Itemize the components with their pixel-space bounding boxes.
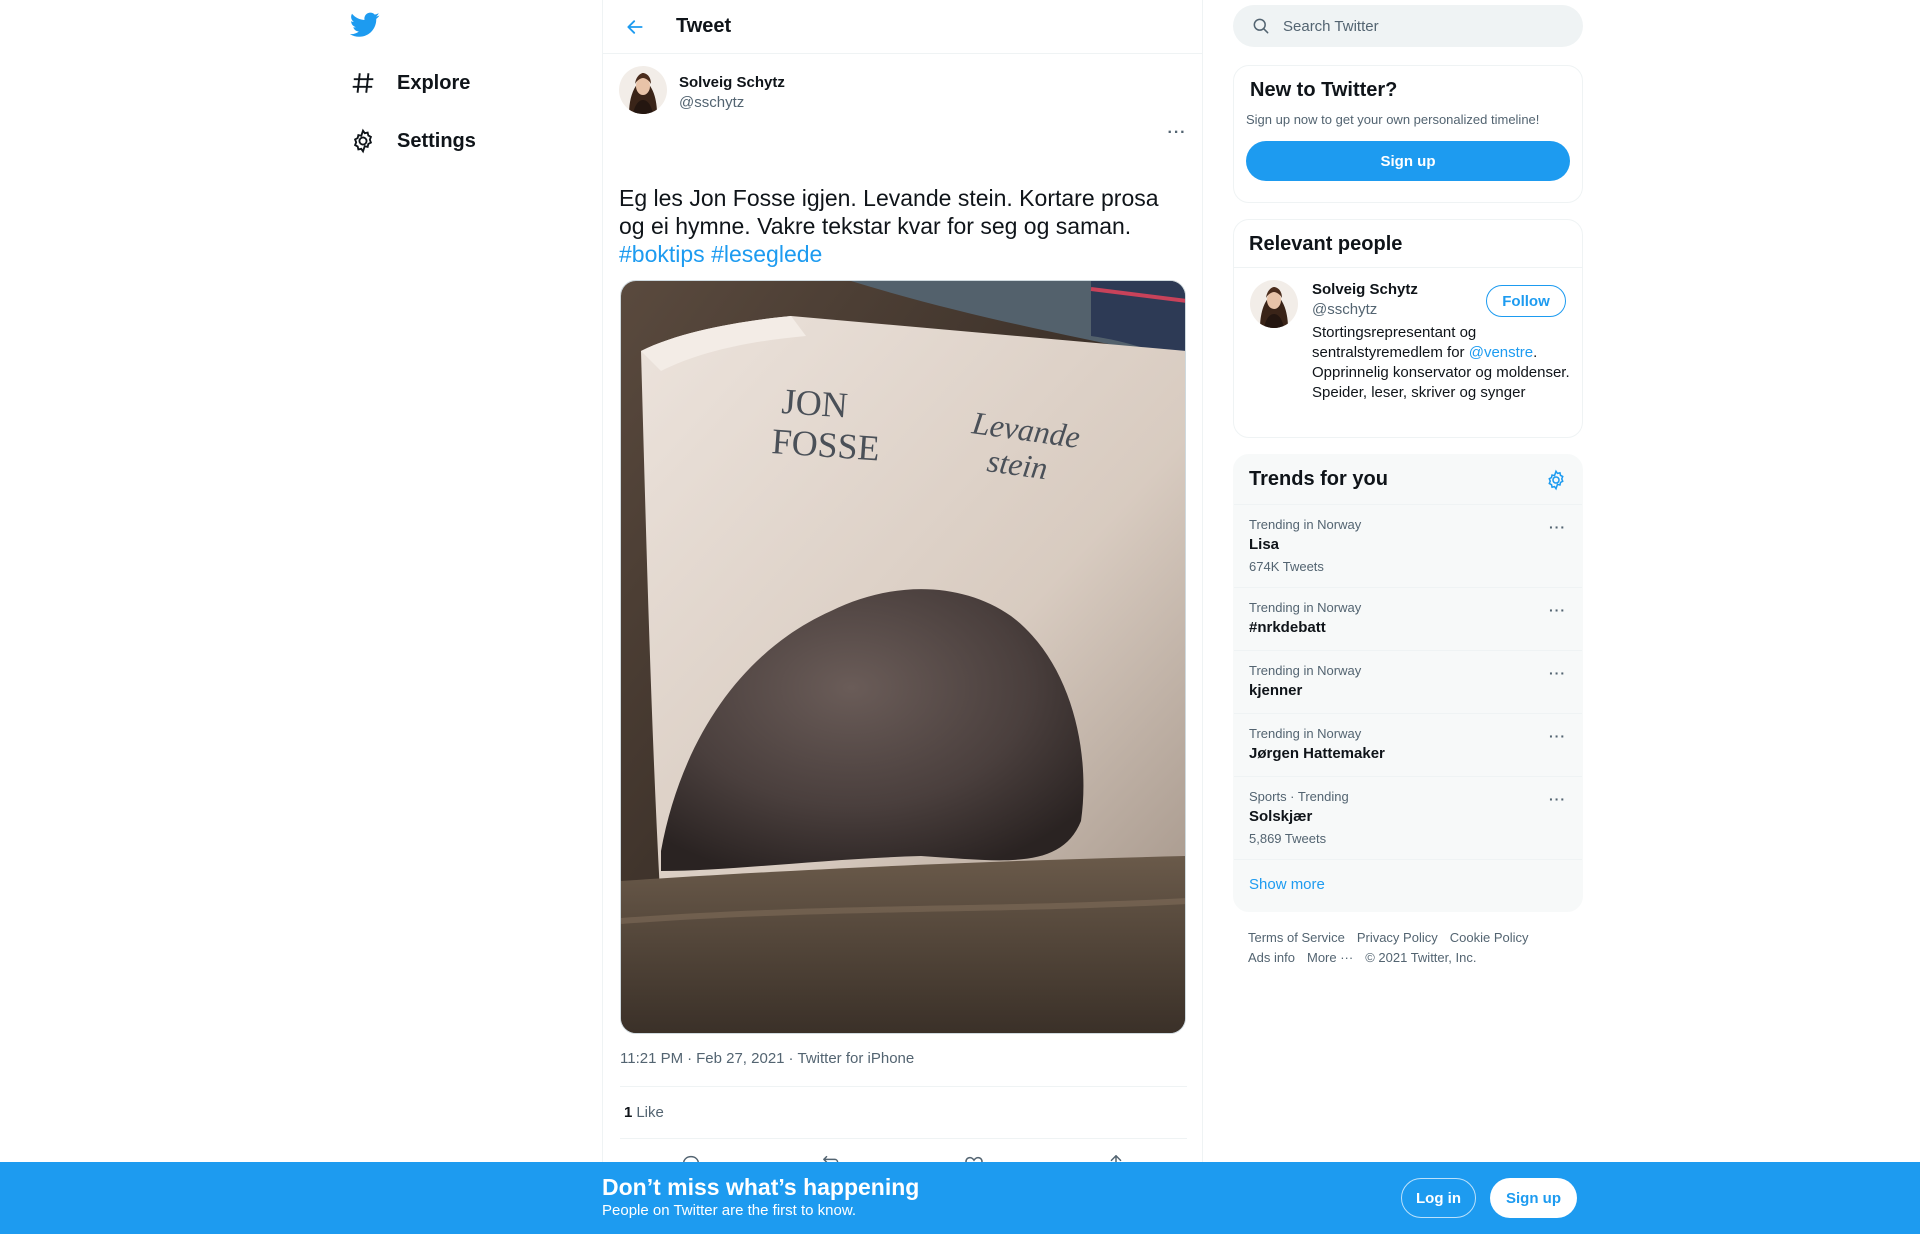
trend-name: Jørgen Hattemaker — [1249, 745, 1385, 762]
back-button[interactable] — [617, 9, 653, 45]
more-icon[interactable]: ··· — [1549, 602, 1566, 618]
bottom-signup-bar: Don’t miss what’s happening People on Tw… — [0, 1162, 1920, 1234]
hashtag-link[interactable]: #boktips — [619, 241, 705, 267]
tweet-source-link[interactable]: Twitter for iPhone — [798, 1050, 915, 1067]
trend-count: 5,869 Tweets — [1249, 831, 1327, 846]
gear-icon — [350, 128, 376, 154]
search-input[interactable] — [1283, 17, 1563, 35]
svg-text:FOSSE: FOSSE — [770, 421, 881, 468]
like-label: Like — [636, 1104, 664, 1121]
trend-name: kjenner — [1249, 682, 1303, 699]
trend-context: Trending in Norway — [1249, 726, 1362, 741]
sign-up-button[interactable]: Sign up — [1246, 141, 1570, 181]
gear-icon[interactable] — [1545, 469, 1567, 491]
trend-name: Solskjær — [1249, 808, 1313, 825]
trend-item[interactable]: Trending in Norway Jørgen Hattemaker ··· — [1234, 714, 1582, 777]
relevant-people-title: Relevant people — [1234, 220, 1582, 268]
trends-card: Trends for you Trending in Norway Lisa 6… — [1233, 454, 1583, 912]
avatar[interactable] — [619, 66, 667, 114]
tweet-meta: 11:21 PM · Feb 27, 2021 · Twitter for iPhone — [620, 1050, 915, 1067]
trend-context: Sports · Trending — [1249, 789, 1349, 804]
footer-link[interactable]: Privacy Policy — [1357, 930, 1438, 945]
more-icon[interactable]: ··· — [1549, 728, 1566, 744]
log-in-button[interactable]: Log in — [1401, 1178, 1476, 1218]
trend-item[interactable]: Sports · Trending Solskjær 5,869 Tweets … — [1234, 777, 1582, 860]
author-handle[interactable]: @sschytz — [679, 93, 785, 113]
more-icon[interactable]: ··· — [1549, 519, 1566, 535]
tweet-more-icon[interactable]: ··· — [1160, 122, 1194, 144]
trend-name: #nrkdebatt — [1249, 619, 1326, 636]
trend-item[interactable]: Trending in Norway Lisa 674K Tweets ··· — [1234, 505, 1582, 588]
likes-row[interactable]: 1 Like — [620, 1086, 1187, 1139]
nav-explore[interactable]: Explore — [350, 61, 470, 105]
more-icon[interactable]: ··· — [1549, 665, 1566, 681]
trends-header: Trends for you — [1234, 455, 1582, 505]
footer-link[interactable]: Ads info — [1248, 950, 1295, 965]
bottom-bar-title: Don’t miss what’s happening — [602, 1174, 920, 1200]
footer-more-link[interactable]: More ··· — [1307, 950, 1353, 965]
tweet-author: Solveig Schytz @sschytz — [619, 54, 1186, 124]
nav-settings[interactable]: Settings — [350, 119, 476, 163]
hashtag-icon — [350, 70, 376, 96]
more-icon[interactable]: ··· — [1549, 791, 1566, 807]
mention-link[interactable]: @venstre — [1469, 344, 1533, 361]
footer-link[interactable]: Cookie Policy — [1450, 930, 1529, 945]
search-box[interactable] — [1233, 5, 1583, 47]
search-icon — [1253, 18, 1269, 34]
copyright: © 2021 Twitter, Inc. — [1365, 950, 1477, 965]
like-count: 1 — [624, 1104, 633, 1121]
nav-explore-label: Explore — [397, 71, 471, 94]
svg-text:JON: JON — [780, 381, 849, 426]
page-title: Tweet — [676, 15, 732, 37]
author-name[interactable]: Solveig Schytz — [679, 73, 785, 93]
new-to-twitter-subtitle: Sign up now to get your own personalized… — [1246, 112, 1540, 127]
relevant-people-card: Relevant people Solveig Schytz @sschytz … — [1233, 219, 1583, 438]
trend-context: Trending in Norway — [1249, 600, 1362, 615]
follow-button[interactable]: Follow — [1486, 285, 1566, 317]
trend-item[interactable]: Trending in Norway #nrkdebatt ··· — [1234, 588, 1582, 651]
bottom-bar-subtitle: People on Twitter are the first to know. — [602, 1202, 857, 1219]
tweet: Solveig Schytz @sschytz ··· Eg les Jon F… — [603, 54, 1204, 1189]
footer-links: Terms of Service Privacy Policy Cookie Pol… — [1248, 928, 1578, 968]
twitter-bird-icon[interactable] — [349, 12, 380, 38]
trend-count: 674K Tweets — [1249, 559, 1324, 574]
avatar[interactable] — [1250, 280, 1298, 328]
new-to-twitter-title: New to Twitter? — [1250, 79, 1398, 101]
nav-settings-label: Settings — [397, 129, 476, 152]
trend-context: Trending in Norway — [1249, 517, 1362, 532]
tweet-photo[interactable]: JON FOSSE Levande stein — [620, 280, 1186, 1034]
show-more-link[interactable]: Show more — [1234, 860, 1582, 909]
trend-name: Lisa — [1249, 536, 1280, 553]
hashtag-link[interactable]: #leseglede — [711, 241, 822, 267]
tweet-text: Eg les Jon Fosse igjen. Levande stein. K… — [619, 184, 1189, 268]
tweet-time-link[interactable]: 11:21 PM · Feb 27, 2021 — [620, 1050, 785, 1067]
trend-item[interactable]: Trending in Norway kjenner ··· — [1234, 651, 1582, 714]
new-to-twitter-card: New to Twitter? Sign up now to get your … — [1233, 65, 1583, 203]
trend-context: Trending in Norway — [1249, 663, 1362, 678]
tweet-body: Eg les Jon Fosse igjen. Levande stein. K… — [619, 185, 1159, 239]
back-arrow-icon — [627, 19, 643, 34]
sign-up-button[interactable]: Sign up — [1490, 1178, 1577, 1218]
main-column: Tweet Solveig Schytz @sschytz ··· Eg les… — [602, 0, 1204, 1234]
main-header: Tweet — [603, 0, 1202, 54]
footer-link[interactable]: Terms of Service — [1248, 930, 1345, 945]
person-bio: Stortingsrepresentant og sentralstyremed… — [1312, 324, 1570, 401]
trends-title: Trends for you — [1249, 468, 1388, 490]
